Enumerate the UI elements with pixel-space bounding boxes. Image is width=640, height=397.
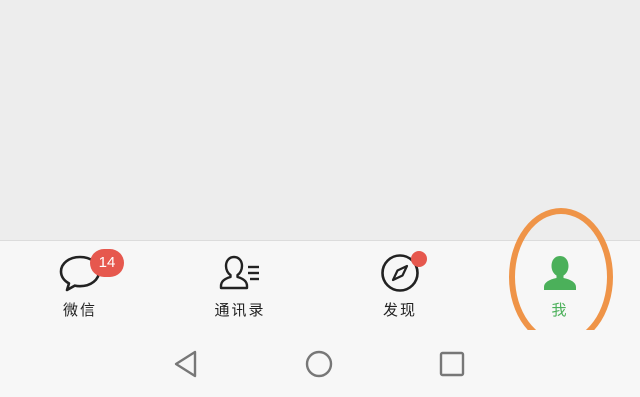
tab-chats-label: 微信 xyxy=(62,301,97,319)
content-area xyxy=(0,0,640,240)
tab-me[interactable]: 我 xyxy=(480,241,640,331)
contacts-icon xyxy=(219,255,259,290)
unread-count-badge: 14 xyxy=(90,249,124,277)
system-navigation-bar xyxy=(0,330,640,397)
recents-icon[interactable] xyxy=(436,348,468,380)
tab-contacts-label: 通讯录 xyxy=(214,301,266,319)
tab-me-label: 我 xyxy=(551,301,569,319)
person-icon xyxy=(544,256,576,290)
tab-contacts[interactable]: 通讯录 xyxy=(160,241,320,331)
back-icon[interactable] xyxy=(170,348,202,380)
discover-dot-badge xyxy=(411,251,427,267)
tab-discover-label: 发现 xyxy=(382,301,417,319)
tab-chats[interactable]: 微信 xyxy=(0,241,160,331)
bottom-tab-bar: 微信 14 通讯录 发现 我 xyxy=(0,240,640,330)
home-icon[interactable] xyxy=(303,348,335,380)
tab-discover[interactable]: 发现 xyxy=(320,241,480,331)
